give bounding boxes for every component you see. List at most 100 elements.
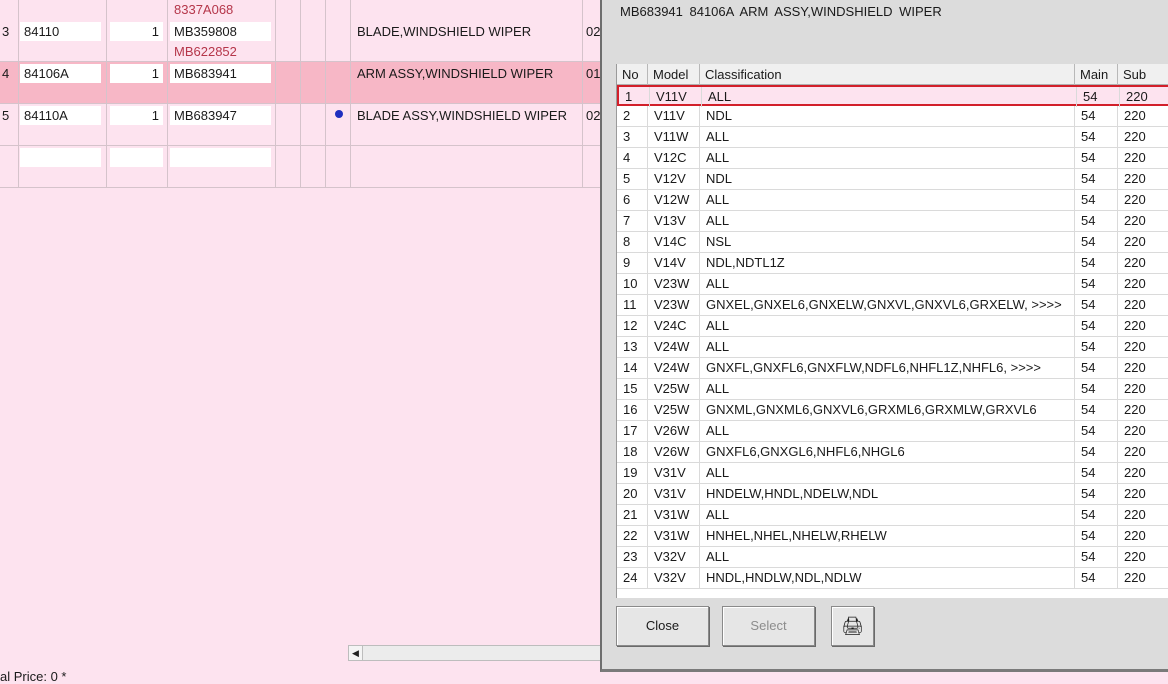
cell-sub: 220 bbox=[1118, 106, 1168, 126]
cell-model: V32V bbox=[648, 568, 700, 588]
part-code-field[interactable]: 84110A bbox=[20, 106, 101, 125]
part-number-field[interactable] bbox=[170, 148, 271, 167]
part-code-field[interactable]: 84110 bbox=[20, 22, 101, 41]
cell-classification: GNXML,GNXML6,GNXVL6,GRXML6,GRXMLW,GRXVL6 bbox=[700, 400, 1075, 420]
table-header: No Model Classification Main Sub bbox=[617, 64, 1168, 85]
column-header-model[interactable]: Model bbox=[648, 64, 700, 85]
cell-model: V31V bbox=[648, 484, 700, 504]
row-number: 3 bbox=[2, 24, 10, 39]
cell-model: V13V bbox=[648, 211, 700, 231]
table-row[interactable]: 5 V12V NDL 54 220 bbox=[617, 169, 1168, 190]
cell-main: 54 bbox=[1075, 568, 1118, 588]
cell-no: 14 bbox=[617, 358, 648, 378]
cell-sub: 220 bbox=[1118, 274, 1168, 294]
trailing-value: 01 bbox=[586, 66, 601, 81]
horizontal-scrollbar[interactable]: ◀ bbox=[348, 645, 603, 661]
cell-model: V14V bbox=[648, 253, 700, 273]
cell-no: 22 bbox=[617, 526, 648, 546]
part-number-field[interactable]: MB683941 bbox=[170, 64, 271, 83]
indicator-dot-icon bbox=[335, 110, 343, 118]
select-button[interactable]: Select bbox=[722, 606, 815, 646]
table-row[interactable]: 1 V11V ALL 54 220 bbox=[617, 85, 1168, 107]
close-button[interactable]: Close bbox=[616, 606, 709, 646]
cell-sub: 220 bbox=[1118, 169, 1168, 189]
column-header-main[interactable]: Main bbox=[1075, 64, 1118, 85]
cell-sub: 220 bbox=[1120, 87, 1168, 107]
cell-classification: NSL bbox=[700, 232, 1075, 252]
cell-classification: ALL bbox=[700, 211, 1075, 231]
table-row[interactable]: 24 V32V HNDL,HNDLW,NDL,NDLW 54 220 bbox=[617, 568, 1168, 589]
scroll-left-icon[interactable]: ◀ bbox=[349, 646, 363, 660]
table-row[interactable]: 11 V23W GNXEL,GNXEL6,GNXELW,GNXVL,GNXVL6,G… bbox=[617, 295, 1168, 316]
cell-no: 21 bbox=[617, 505, 648, 525]
table-row[interactable]: 20 V31V HNDELW,HNDL,NDELW,NDL 54 220 bbox=[617, 484, 1168, 505]
table-row[interactable]: 14 V24W GNXFL,GNXFL6,GNXFLW,NDFL6,NHFL1Z,N… bbox=[617, 358, 1168, 379]
table-row[interactable]: 16 V25W GNXML,GNXML6,GNXVL6,GRXML6,GRXMLW,… bbox=[617, 400, 1168, 421]
models-table[interactable]: No Model Classification Main Sub 1 V11V AL… bbox=[616, 64, 1168, 598]
cell-main: 54 bbox=[1075, 127, 1118, 147]
cell-classification: ALL bbox=[700, 463, 1075, 483]
table-row[interactable]: 13 V24W ALL 54 220 bbox=[617, 337, 1168, 358]
cell-no: 16 bbox=[617, 400, 648, 420]
cell-model: V26W bbox=[648, 442, 700, 462]
cell-classification: ALL bbox=[702, 87, 1077, 107]
column-header-sub[interactable]: Sub bbox=[1118, 64, 1168, 85]
column-header-no[interactable]: No bbox=[617, 64, 648, 85]
cell-sub: 220 bbox=[1118, 379, 1168, 399]
quantity-field[interactable]: 1 bbox=[110, 22, 163, 41]
cell-classification: NDL,NDTL1Z bbox=[700, 253, 1075, 273]
table-row[interactable]: 8 V14C NSL 54 220 bbox=[617, 232, 1168, 253]
table-row[interactable]: 2 V11V NDL 54 220 bbox=[617, 106, 1168, 127]
table-row[interactable]: 18 V26W GNXFL6,GNXGL6,NHFL6,NHGL6 54 220 bbox=[617, 442, 1168, 463]
cell-sub: 220 bbox=[1118, 295, 1168, 315]
cell-no: 1 bbox=[619, 87, 650, 107]
quantity-field[interactable]: 1 bbox=[110, 106, 163, 125]
cell-no: 5 bbox=[617, 169, 648, 189]
cell-classification: ALL bbox=[700, 316, 1075, 336]
cell-model: V11W bbox=[648, 127, 700, 147]
cell-main: 54 bbox=[1075, 442, 1118, 462]
cell-main: 54 bbox=[1075, 379, 1118, 399]
cell-no: 20 bbox=[617, 484, 648, 504]
cell-classification: ALL bbox=[700, 148, 1075, 168]
table-row[interactable]: 12 V24C ALL 54 220 bbox=[617, 316, 1168, 337]
table-row[interactable]: 9 V14V NDL,NDTL1Z 54 220 bbox=[617, 253, 1168, 274]
table-row[interactable]: 3 V11W ALL 54 220 bbox=[617, 127, 1168, 148]
column-header-classification[interactable]: Classification bbox=[700, 64, 1075, 85]
print-button[interactable]: 🖨 bbox=[831, 606, 874, 646]
cell-sub: 220 bbox=[1118, 337, 1168, 357]
table-row[interactable]: 21 V31W ALL 54 220 bbox=[617, 505, 1168, 526]
table-row[interactable]: 17 V26W ALL 54 220 bbox=[617, 421, 1168, 442]
table-row[interactable]: 6 V12W ALL 54 220 bbox=[617, 190, 1168, 211]
table-row[interactable]: 19 V31V ALL 54 220 bbox=[617, 463, 1168, 484]
part-code-field[interactable]: 84106A bbox=[20, 64, 101, 83]
table-row[interactable]: 15 V25W ALL 54 220 bbox=[617, 379, 1168, 400]
cell-main: 54 bbox=[1075, 253, 1118, 273]
quantity-field[interactable] bbox=[110, 148, 163, 167]
cell-sub: 220 bbox=[1118, 316, 1168, 336]
cell-classification: ALL bbox=[700, 505, 1075, 525]
part-description: BLADE,WINDSHIELD WIPER bbox=[357, 24, 532, 39]
alternate-part-number: 8337A068 bbox=[174, 2, 234, 17]
part-code-field[interactable] bbox=[20, 148, 101, 167]
table-row[interactable]: 7 V13V ALL 54 220 bbox=[617, 211, 1168, 232]
cell-no: 10 bbox=[617, 274, 648, 294]
cell-model: V12C bbox=[648, 148, 700, 168]
table-row[interactable]: 23 V32V ALL 54 220 bbox=[617, 547, 1168, 568]
quantity-field[interactable]: 1 bbox=[110, 64, 163, 83]
part-number-field[interactable]: MB683947 bbox=[170, 106, 271, 125]
table-row[interactable]: 10 V23W ALL 54 220 bbox=[617, 274, 1168, 295]
cell-no: 23 bbox=[617, 547, 648, 567]
table-row[interactable]: 22 V31W HNHEL,NHEL,NHELW,RHELW 54 220 bbox=[617, 526, 1168, 547]
cell-model: V24W bbox=[648, 337, 700, 357]
cell-main: 54 bbox=[1077, 87, 1120, 107]
part-number-field[interactable]: MB359808 bbox=[170, 22, 271, 41]
cell-main: 54 bbox=[1075, 106, 1118, 126]
cell-classification: GNXEL,GNXEL6,GNXELW,GNXVL,GNXVL6,GRXELW,… bbox=[700, 295, 1075, 315]
cell-no: 3 bbox=[617, 127, 648, 147]
cell-sub: 220 bbox=[1118, 127, 1168, 147]
cell-model: V11V bbox=[648, 106, 700, 126]
cell-sub: 220 bbox=[1118, 484, 1168, 504]
table-row[interactable]: 4 V12C ALL 54 220 bbox=[617, 148, 1168, 169]
cell-classification: GNXFL6,GNXGL6,NHFL6,NHGL6 bbox=[700, 442, 1075, 462]
